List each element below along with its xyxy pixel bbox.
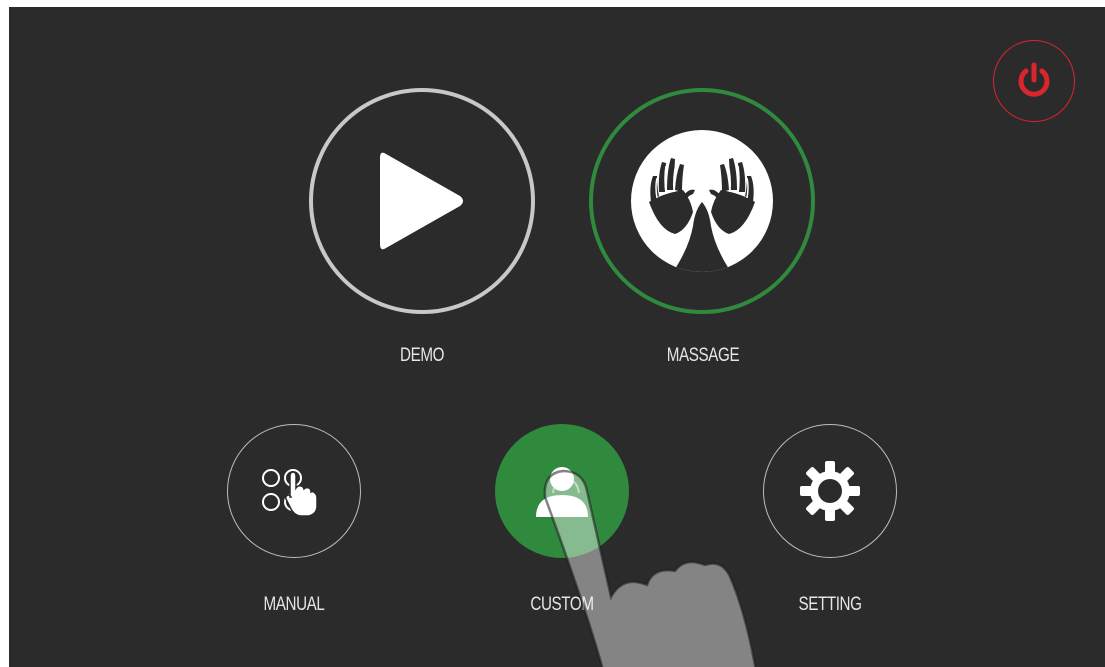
demo-button[interactable]: [309, 88, 535, 314]
massage-button[interactable]: [589, 88, 815, 314]
demo-label: DEMO: [400, 345, 444, 366]
setting-label: SETTING: [798, 594, 862, 615]
massage-chair-home-screen: DEMO MASSAGE MANUAL CUSTOM SETTING: [9, 7, 1105, 667]
massage-label: MASSAGE: [666, 345, 740, 366]
gear-icon: [800, 461, 860, 521]
manual-label: MANUAL: [263, 594, 325, 615]
custom-label: CUSTOM: [530, 594, 594, 615]
play-icon: [380, 152, 463, 250]
setting-button[interactable]: [763, 424, 897, 558]
manual-touch-icon: [262, 469, 318, 516]
power-icon: [1018, 62, 1050, 97]
manual-button[interactable]: [227, 424, 361, 558]
user-icon: [536, 467, 588, 517]
power-button[interactable]: [993, 40, 1075, 122]
massage-hands-icon: [631, 130, 773, 272]
custom-button[interactable]: [495, 424, 629, 558]
